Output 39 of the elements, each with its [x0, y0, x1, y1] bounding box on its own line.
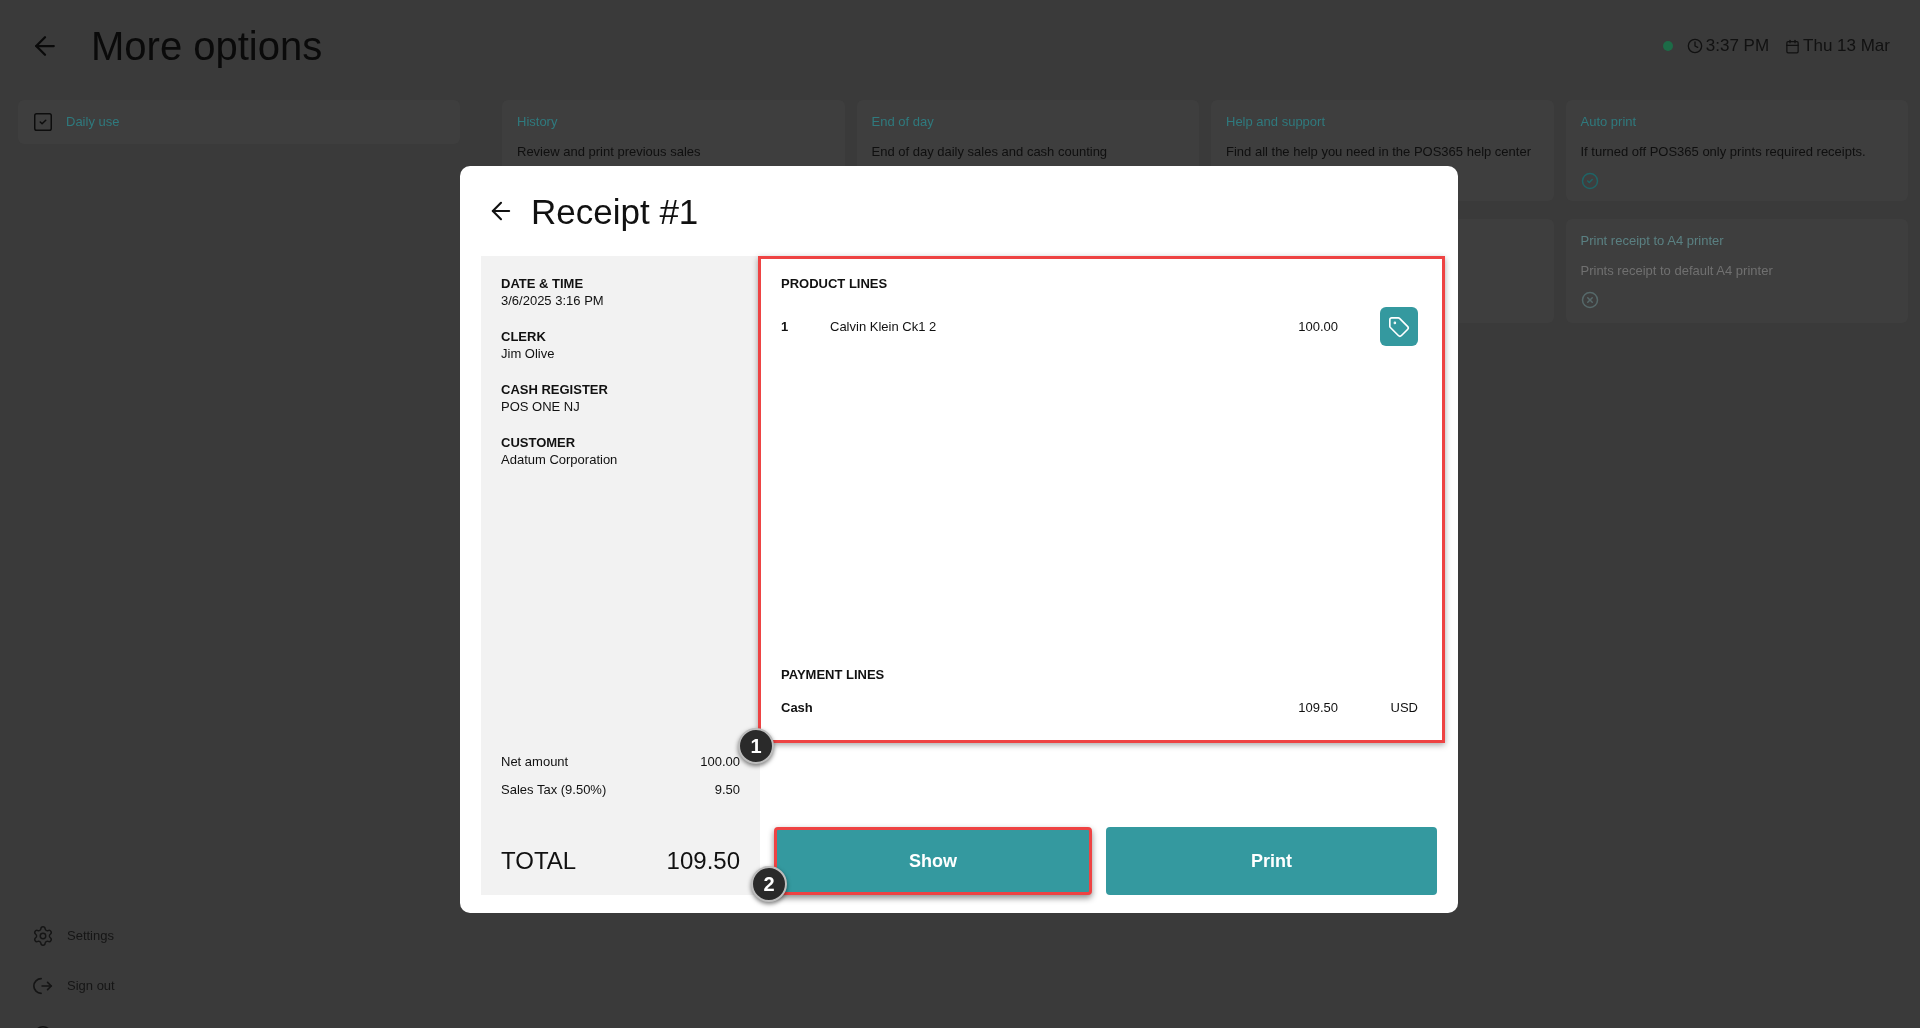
checkbox-icon [32, 111, 54, 133]
detail-label: CLERK [501, 329, 547, 345]
payment-method-cell-text: Cash [781, 699, 814, 718]
summary-value: 100.00 [700, 754, 740, 770]
detail-label: CASH REGISTER [501, 382, 609, 398]
sign-out-icon [32, 975, 54, 997]
currency-cell-text: USD [1389, 699, 1418, 718]
detail-value: POS ONE NJ [501, 399, 581, 415]
detail-value: 3/6/2025 3:16 PM [501, 293, 605, 309]
detail-value: Jim Olive [501, 346, 556, 362]
clock-icon [1686, 38, 1703, 54]
total-value: 109.50 [666, 847, 740, 875]
x-circle-icon[interactable] [1580, 291, 1599, 309]
tag-icon [1388, 315, 1410, 338]
card-title: End of day [871, 114, 935, 130]
sidebar-item[interactable]: Daily use [18, 100, 460, 144]
action-button[interactable]: Print [1106, 827, 1437, 895]
total-label: TOTAL [501, 847, 577, 875]
detail-value: Adatum Corporation [501, 452, 619, 468]
detail-label: DATE & TIME [501, 276, 585, 292]
summary-value: 9.50 [714, 782, 740, 798]
amount-cell-text: 100.00 [1297, 317, 1338, 336]
section-heading: PRODUCT LINES [781, 276, 889, 292]
card-title: History [517, 114, 559, 130]
settings-icon [32, 925, 54, 947]
calendar-icon [1785, 38, 1801, 54]
amount-cell-text: 109.50 [1297, 699, 1338, 718]
section-heading: PAYMENT LINES [781, 667, 886, 683]
summary-label: Net amount [501, 754, 569, 770]
card-title: Help and support [1226, 114, 1326, 130]
discount-tag-button[interactable] [1380, 307, 1418, 346]
card-title: Print receipt to A4 printer [1580, 233, 1725, 249]
product-name-cell-text: Calvin Klein Ck1 2 [830, 317, 938, 336]
check-circle-icon[interactable] [1580, 172, 1599, 190]
quantity-cell-text: 1 [781, 317, 790, 336]
detail-label: CUSTOMER [501, 435, 577, 451]
action-button[interactable]: Show [774, 827, 1092, 895]
card-title: Auto print [1580, 114, 1638, 130]
summary-label: Sales Tax (9.50%) [501, 782, 607, 798]
